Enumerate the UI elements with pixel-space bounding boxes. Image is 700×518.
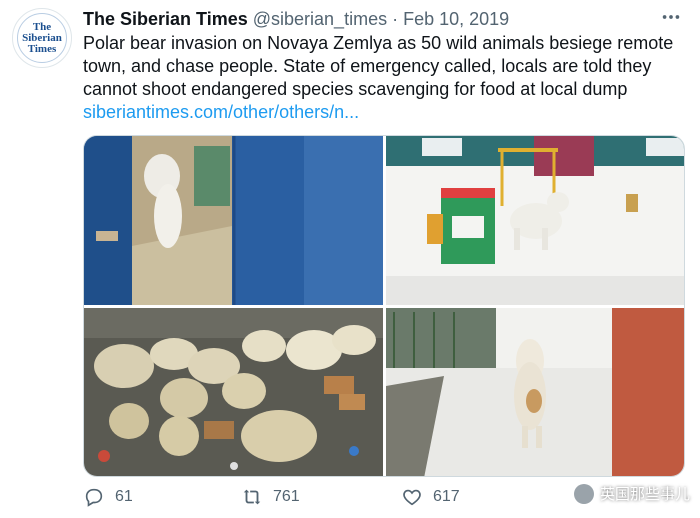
like-count: 617 bbox=[433, 488, 460, 505]
reply-count: 61 bbox=[115, 488, 133, 505]
tweet-date[interactable]: Feb 10, 2019 bbox=[403, 9, 509, 29]
retweet-icon bbox=[243, 489, 261, 505]
retweet-button[interactable]: 761 bbox=[241, 486, 300, 508]
avatar[interactable]: The Siberian Times bbox=[12, 8, 72, 68]
media-photos bbox=[84, 136, 685, 477]
reply-button[interactable]: 61 bbox=[83, 486, 133, 508]
tweet-text: Polar bear invasion on Novaya Zemlya as … bbox=[83, 32, 683, 124]
photo-dump[interactable] bbox=[84, 308, 383, 477]
tweet-body: Polar bear invasion on Novaya Zemlya as … bbox=[83, 33, 674, 99]
media-grid[interactable] bbox=[83, 135, 685, 477]
like-button[interactable]: 617 bbox=[401, 486, 460, 508]
photo-hallway[interactable] bbox=[84, 136, 383, 305]
retweet-count: 761 bbox=[273, 488, 300, 505]
tweet-header: The Siberian Times @siberian_times · Feb… bbox=[83, 8, 509, 30]
avatar-ring bbox=[17, 13, 67, 63]
display-name[interactable]: The Siberian Times bbox=[83, 9, 248, 29]
handle[interactable]: @siberian_times bbox=[253, 9, 387, 29]
separator: · bbox=[392, 9, 399, 29]
photo-building[interactable] bbox=[386, 308, 685, 477]
watermark: 英国那些事儿 bbox=[573, 483, 690, 504]
photo-playground[interactable] bbox=[386, 136, 685, 305]
tweet-link[interactable]: siberiantimes.com/other/others/n... bbox=[83, 102, 359, 122]
more-options-icon[interactable] bbox=[660, 6, 682, 33]
heart-icon bbox=[403, 489, 421, 506]
watermark-text: 英国那些事儿 bbox=[599, 486, 690, 503]
wechat-icon bbox=[573, 483, 594, 504]
reply-icon bbox=[85, 488, 103, 507]
